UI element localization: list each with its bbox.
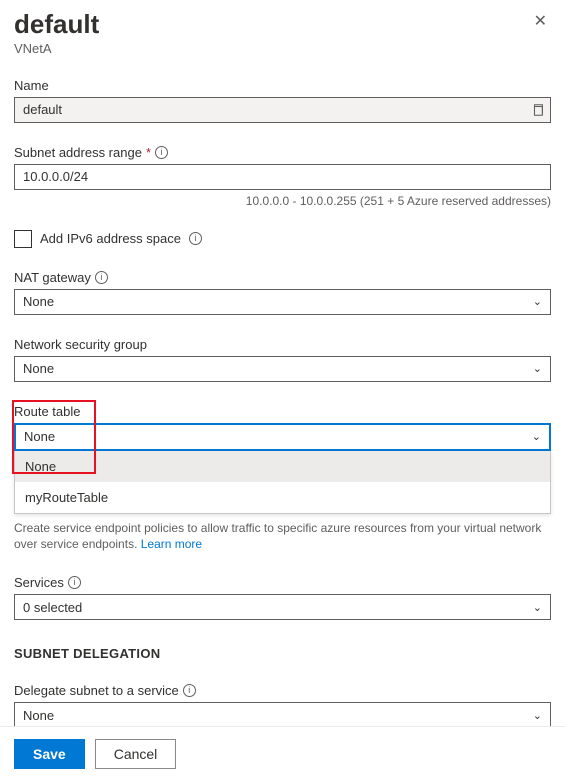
route-table-dropdown: None myRouteTable	[14, 451, 551, 514]
subnet-range-helper: 10.0.0.0 - 10.0.0.255 (251 + 5 Azure res…	[14, 194, 551, 208]
nsg-select[interactable]: None ⌄	[14, 356, 551, 382]
page-subtitle: VNetA	[14, 41, 99, 56]
nat-gateway-label: NAT gateway	[14, 270, 91, 285]
info-icon[interactable]: i	[95, 271, 108, 284]
nat-gateway-value: None	[23, 294, 54, 309]
delegate-subnet-label: Delegate subnet to a service	[14, 683, 179, 698]
chevron-down-icon: ⌄	[533, 601, 542, 614]
cancel-button[interactable]: Cancel	[95, 739, 177, 769]
route-table-label: Route table	[14, 404, 551, 419]
subnet-range-input[interactable]	[14, 164, 551, 190]
learn-more-link[interactable]: Learn more	[141, 537, 202, 551]
ipv6-checkbox-label: Add IPv6 address space	[40, 231, 181, 246]
route-table-value: None	[24, 429, 55, 444]
name-input[interactable]	[14, 97, 551, 123]
save-button[interactable]: Save	[14, 739, 85, 769]
copy-icon[interactable]	[531, 103, 545, 117]
chevron-down-icon: ⌄	[533, 295, 542, 308]
chevron-down-icon: ⌄	[533, 709, 542, 722]
delegate-subnet-select[interactable]: None ⌄	[14, 702, 551, 728]
info-icon[interactable]: i	[189, 232, 202, 245]
subnet-delegation-heading: SUBNET DELEGATION	[14, 646, 551, 661]
chevron-down-icon: ⌄	[532, 430, 541, 443]
services-label: Services	[14, 575, 64, 590]
ipv6-checkbox[interactable]	[14, 230, 32, 248]
route-table-select[interactable]: None ⌄	[14, 423, 551, 451]
services-select[interactable]: 0 selected ⌄	[14, 594, 551, 620]
nsg-label: Network security group	[14, 337, 551, 352]
required-indicator: *	[146, 145, 151, 160]
info-icon[interactable]: i	[183, 684, 196, 697]
close-button[interactable]: ✕	[530, 10, 551, 34]
close-icon: ✕	[534, 13, 547, 30]
services-value: 0 selected	[23, 600, 82, 615]
nsg-value: None	[23, 361, 54, 376]
service-endpoints-description: Create service endpoint policies to allo…	[14, 521, 541, 552]
name-label: Name	[14, 78, 551, 93]
info-icon[interactable]: i	[155, 146, 168, 159]
chevron-down-icon: ⌄	[533, 362, 542, 375]
subnet-range-label: Subnet address range	[14, 145, 142, 160]
nat-gateway-select[interactable]: None ⌄	[14, 289, 551, 315]
delegate-subnet-value: None	[23, 708, 54, 723]
route-table-option-none[interactable]: None	[15, 451, 550, 482]
page-title: default	[14, 10, 99, 39]
info-icon[interactable]: i	[68, 576, 81, 589]
route-table-option-myroutetable[interactable]: myRouteTable	[15, 482, 550, 513]
